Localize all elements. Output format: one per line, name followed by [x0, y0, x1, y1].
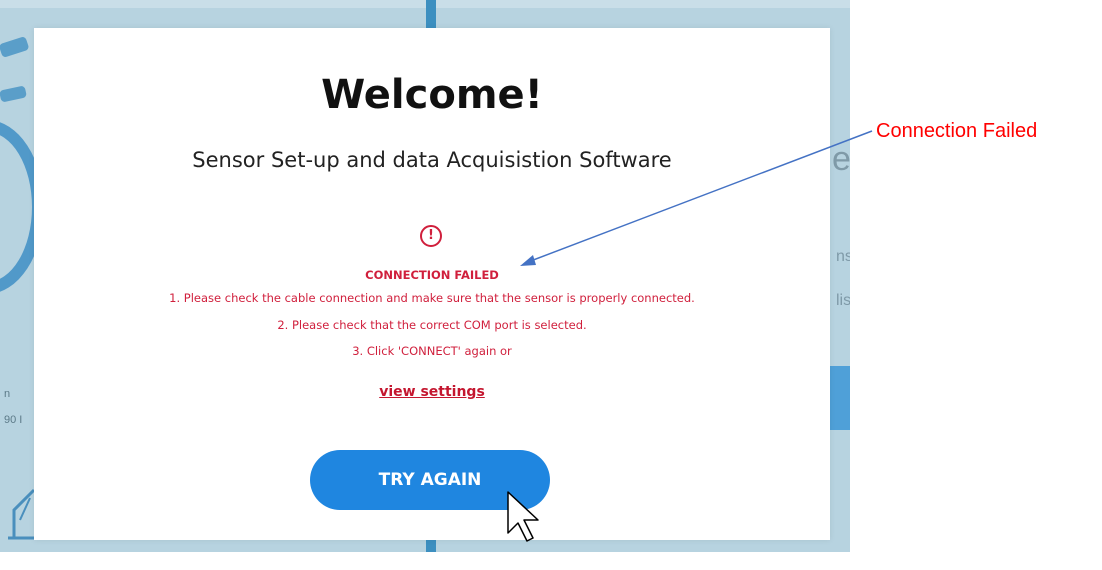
try-again-button[interactable]: TRY AGAIN: [310, 450, 550, 510]
background-divider-top: [426, 0, 436, 28]
view-settings-link[interactable]: view settings: [34, 384, 830, 400]
background-graphic-stroke: [0, 36, 30, 58]
background-partial-text: 90 I: [4, 414, 23, 426]
background-graphic-stroke: [0, 85, 27, 103]
background-button-edge: [830, 366, 850, 430]
page-margin: [850, 0, 1102, 570]
screenshot-stage: e ns lis n 90 I Welcome! Sensor Set-up a…: [0, 0, 1102, 570]
error-instruction-1: 1. Please check the cable connection and…: [169, 291, 695, 305]
background-top-bar: [0, 0, 850, 8]
alert-circle-icon: !: [420, 225, 442, 247]
background-partial-text: ns: [836, 248, 850, 265]
welcome-dialog: Welcome! Sensor Set-up and data Acquisis…: [34, 28, 830, 540]
dialog-title: Welcome!: [321, 72, 543, 118]
error-instruction-3: 3. Click 'CONNECT' again or: [352, 344, 512, 358]
error-instruction-2: 2. Please check that the correct COM por…: [277, 318, 587, 332]
background-bottom-edge: [0, 552, 850, 570]
annotation-label: Connection Failed: [876, 120, 1038, 142]
background-partial-text: e: [832, 140, 850, 178]
background-partial-text: n: [4, 388, 11, 400]
background-partial-text: lis: [836, 292, 850, 309]
connection-error-title: CONNECTION FAILED: [365, 268, 499, 282]
dialog-subtitle: Sensor Set-up and data Acquisistion Soft…: [192, 148, 672, 172]
